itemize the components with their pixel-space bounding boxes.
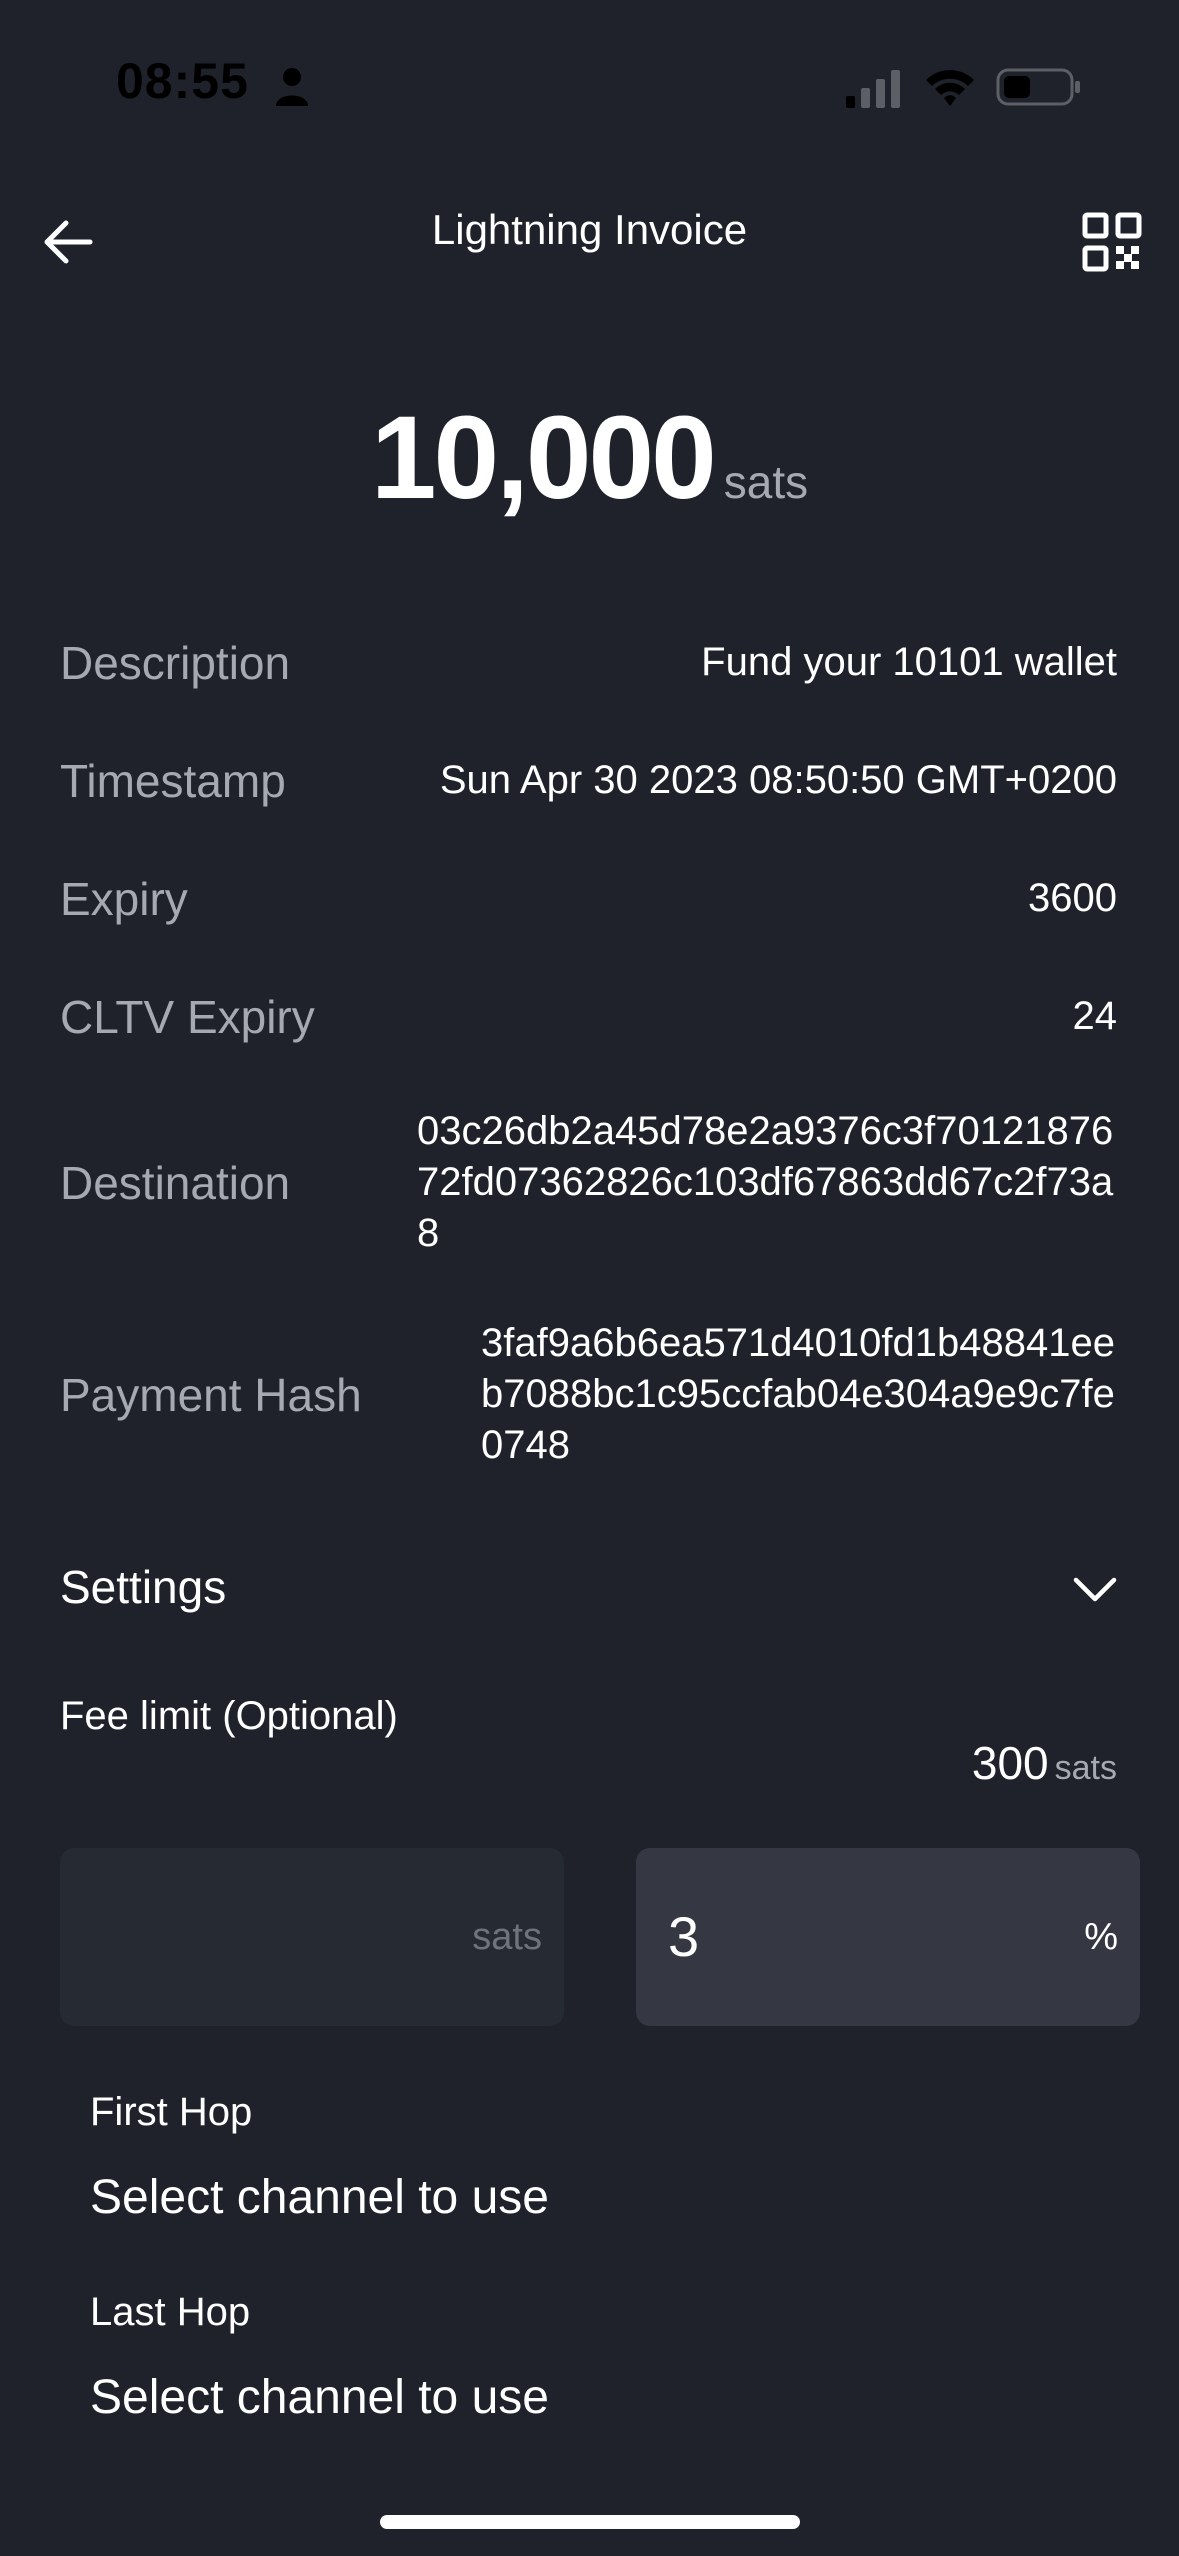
last-hop-label: Last Hop bbox=[90, 2290, 251, 2334]
fee-percent-suffix: % bbox=[1084, 1916, 1118, 1958]
home-indicator[interactable] bbox=[380, 2515, 800, 2529]
status-time: 08:55 bbox=[116, 53, 249, 109]
timestamp-value: Sun Apr 30 2023 08:50:50 GMT+0200 bbox=[439, 758, 1117, 802]
status-bar: 08:55 bbox=[0, 0, 1179, 150]
fee-limit-value: 300 sats bbox=[972, 1736, 1117, 1790]
fee-limit-amount: 300 bbox=[971, 1737, 1049, 1789]
last-hop-select[interactable]: Select channel to use bbox=[90, 2370, 549, 2425]
qr-code-icon[interactable] bbox=[1082, 212, 1142, 272]
settings-toggle-label[interactable]: Settings bbox=[60, 1560, 226, 1614]
cltv-expiry-value: 24 bbox=[1072, 994, 1118, 1038]
expiry-label: Expiry bbox=[60, 873, 188, 925]
expiry-value: 3600 bbox=[1028, 876, 1117, 920]
battery-icon bbox=[996, 68, 1080, 106]
fee-percent-input[interactable]: 3 % bbox=[636, 1848, 1140, 2026]
first-hop-select[interactable]: Select channel to use bbox=[90, 2170, 549, 2225]
fee-sats-input[interactable]: sats bbox=[60, 1848, 564, 2026]
wifi-icon bbox=[926, 70, 974, 106]
fee-sats-suffix: sats bbox=[472, 1916, 542, 1958]
person-icon bbox=[276, 68, 308, 106]
first-hop-label: First Hop bbox=[90, 2090, 253, 2134]
destination-label: Destination bbox=[60, 1157, 291, 1209]
chevron-down-icon[interactable] bbox=[1070, 1570, 1120, 1610]
payment-hash-value: 3faf9a6b6ea571d4010fd1b48841eeb7088bc1c9… bbox=[481, 1321, 1115, 1467]
cltv-expiry-label: CLTV Expiry bbox=[60, 991, 315, 1043]
fee-limit-label: Fee limit (Optional) bbox=[60, 1694, 398, 1738]
payment-hash-label: Payment Hash bbox=[60, 1369, 362, 1421]
timestamp-label: Timestamp bbox=[60, 755, 286, 807]
fee-limit-unit: sats bbox=[1054, 1749, 1117, 1787]
fee-percent-value: 3 bbox=[668, 1905, 700, 1968]
screen: 08:55 Lightning Invoice 10,000 sats Desc… bbox=[0, 0, 1179, 2556]
amount-unit: sats bbox=[723, 456, 809, 508]
signal-icon bbox=[846, 70, 900, 108]
amount-display: 10,000 sats bbox=[0, 390, 1179, 526]
description-label: Description bbox=[60, 637, 291, 689]
destination-value: 03c26db2a45d78e2a9376c3f7012187672fd0736… bbox=[417, 1109, 1114, 1255]
page-title: Lightning Invoice bbox=[431, 206, 748, 253]
amount-value: 10,000 bbox=[370, 392, 717, 524]
description-value: Fund your 10101 wallet bbox=[701, 640, 1117, 684]
